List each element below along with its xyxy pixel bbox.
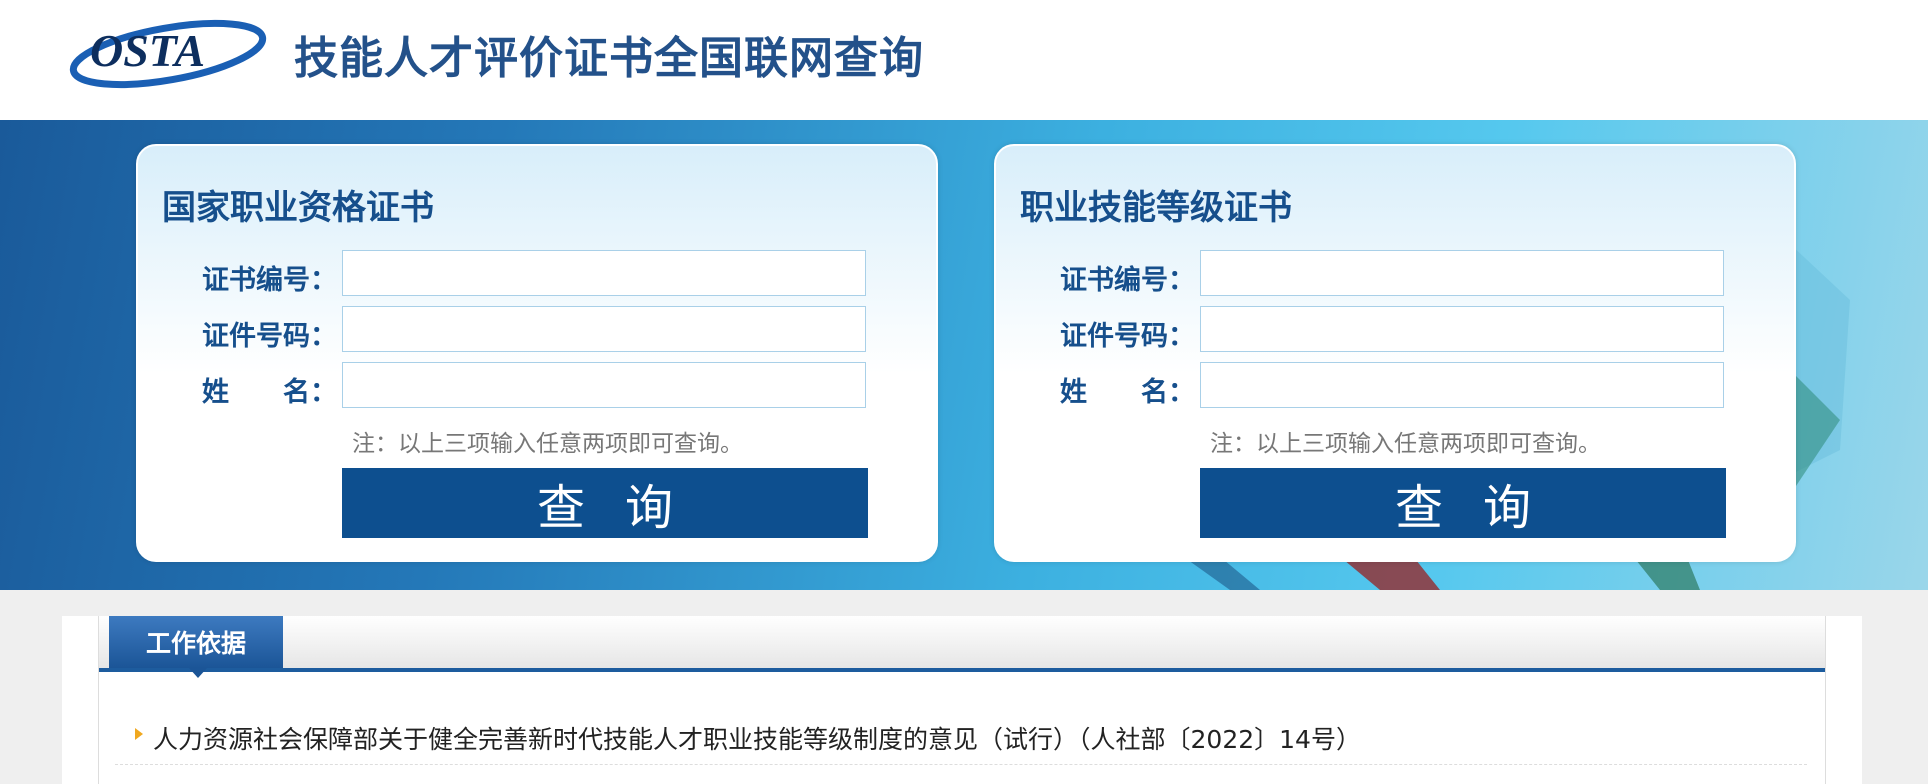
name-input[interactable] <box>342 362 866 408</box>
cert-number-input[interactable] <box>1200 250 1724 296</box>
osta-logo[interactable]: OSTA <box>68 10 278 90</box>
query-button[interactable]: 查询 <box>342 468 868 538</box>
query-note: 注：以上三项输入任意两项即可查询。 <box>1210 431 1601 457</box>
id-number-label: 证件号码： <box>1060 321 1195 352</box>
tab-pointer-icon <box>189 668 207 678</box>
name-row: 姓 名： <box>138 362 936 412</box>
panel-title: 职业技能等级证书 <box>1020 188 1292 228</box>
query-banner: 国家职业资格证书 证书编号： 证件号码： 姓 名： 注：以上三项输入任意两项即可… <box>0 120 1928 590</box>
list-divider <box>115 764 1807 765</box>
panel-title: 国家职业资格证书 <box>162 188 434 228</box>
list-item-link[interactable]: 人力资源社会保障部关于健全完善新时代技能人才职业技能等级制度的意见（试行）（人社… <box>153 720 1361 756</box>
work-basis-box: 工作依据 人力资源社会保障部关于健全完善新时代技能人才职业技能等级制度的意见（试… <box>98 616 1826 784</box>
triangle-bullet-icon <box>135 728 143 740</box>
id-number-input[interactable] <box>342 306 866 352</box>
site-title: 技能人才评价证书全国联网查询 <box>294 33 924 84</box>
name-row: 姓 名： <box>996 362 1794 412</box>
cert-number-label: 证书编号： <box>1060 265 1195 296</box>
id-number-input[interactable] <box>1200 306 1724 352</box>
logo-text: OSTA <box>90 25 205 76</box>
cert-number-row: 证书编号： <box>138 250 936 300</box>
id-number-row: 证件号码： <box>996 306 1794 356</box>
query-note: 注：以上三项输入任意两项即可查询。 <box>352 431 743 457</box>
id-number-label: 证件号码： <box>202 321 337 352</box>
cert-number-input[interactable] <box>342 250 866 296</box>
id-number-row: 证件号码： <box>138 306 936 356</box>
section-tab-bar: 工作依据 <box>99 616 1825 678</box>
query-button[interactable]: 查询 <box>1200 468 1726 538</box>
skill-level-cert-panel: 职业技能等级证书 证书编号： 证件号码： 姓 名： 注：以上三项输入任意两项即可… <box>994 144 1796 562</box>
name-label: 姓 名： <box>202 377 337 408</box>
name-input[interactable] <box>1200 362 1724 408</box>
tab-work-basis[interactable]: 工作依据 <box>109 616 283 668</box>
site-header: OSTA 技能人才评价证书全国联网查询 <box>0 0 1928 120</box>
name-label: 姓 名： <box>1060 377 1195 408</box>
cert-number-row: 证书编号： <box>996 250 1794 300</box>
qualification-cert-panel: 国家职业资格证书 证书编号： 证件号码： 姓 名： 注：以上三项输入任意两项即可… <box>136 144 938 562</box>
work-basis-section: 工作依据 人力资源社会保障部关于健全完善新时代技能人才职业技能等级制度的意见（试… <box>62 616 1862 784</box>
cert-number-label: 证书编号： <box>202 265 337 296</box>
